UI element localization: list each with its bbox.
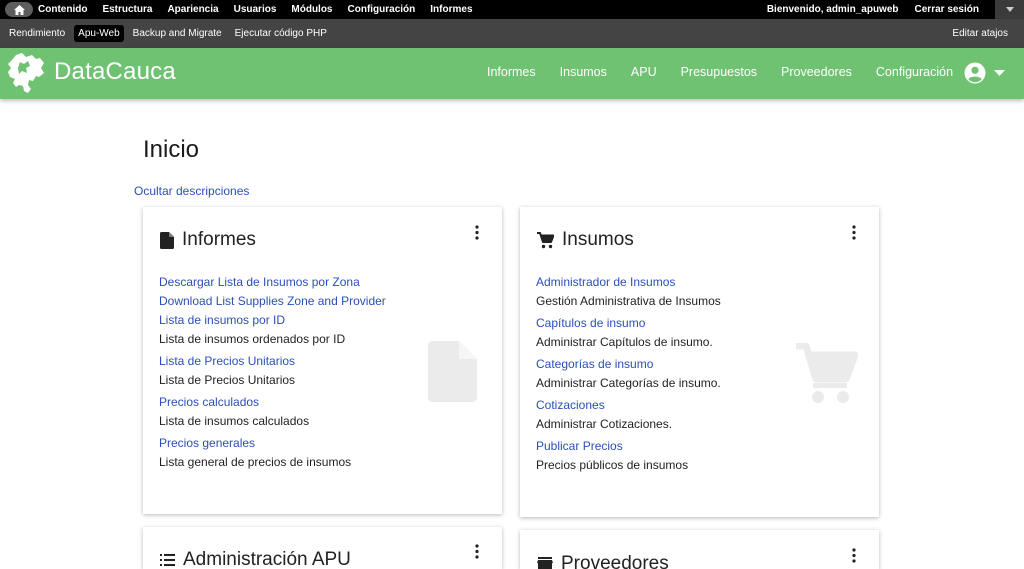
informes-list: Descargar Lista de Insumos por Zona Down… <box>159 273 386 475</box>
admin-menu-informes[interactable]: Informes <box>430 4 472 15</box>
card-title: Insumos <box>562 229 634 250</box>
description: Administrar Capítulos de insumo. <box>536 335 713 349</box>
shortcut-rendimiento[interactable]: Rendimiento <box>5 25 69 42</box>
card-title: Administración APU <box>183 549 351 569</box>
more-vert-icon[interactable] <box>474 225 480 240</box>
more-vert-icon[interactable] <box>851 548 857 563</box>
description: Lista de Precios Unitarios <box>159 373 296 387</box>
link-precios-calculados[interactable]: Precios calculados <box>159 393 386 412</box>
link-lista-insumos-id[interactable]: Lista de insumos por ID <box>159 311 386 330</box>
file-watermark-icon <box>428 341 477 402</box>
link-administrador-insumos[interactable]: Administrador de Insumos <box>536 273 721 292</box>
file-icon <box>160 231 174 249</box>
admin-menu: Contenido Estructura Apariencia Usuarios… <box>38 4 488 15</box>
shortcut-apu-web[interactable]: Apu-Web <box>74 25 124 42</box>
user-menu[interactable] <box>964 62 1005 84</box>
shortcut-backup-migrate[interactable]: Backup and Migrate <box>129 25 226 42</box>
link-download-list-supplies[interactable]: Download List Supplies Zone and Provider <box>159 292 386 311</box>
shortcut-ejecutar-php[interactable]: Ejecutar código PHP <box>231 25 331 42</box>
admin-toolbar: Contenido Estructura Apariencia Usuarios… <box>0 0 1024 19</box>
link-precios-generales[interactable]: Precios generales <box>159 434 386 453</box>
link-cotizaciones[interactable]: Cotizaciones <box>536 396 721 415</box>
store-icon <box>537 557 553 569</box>
admin-menu-estructura[interactable]: Estructura <box>102 4 152 15</box>
card-informes: Informes Descargar Lista de Insumos por … <box>143 207 502 514</box>
description: Lista general de precios de insumos <box>159 455 352 469</box>
nav-informes[interactable]: Informes <box>487 65 536 79</box>
description: Administrar Categorías de insumo. <box>536 376 721 390</box>
link-categorias-insumo[interactable]: Categorías de insumo <box>536 355 721 374</box>
site-header: DataCauca Informes Insumos APU Presupues… <box>0 48 1024 99</box>
site-brand[interactable]: DataCauca <box>54 58 176 86</box>
nav-configuracion[interactable]: Configuración <box>876 65 953 79</box>
card-proveedores: Proveedores <box>520 530 879 569</box>
list-icon <box>160 554 175 566</box>
shortcut-bar: Rendimiento Apu-Web Backup and Migrate E… <box>0 19 1024 48</box>
description: Lista de insumos calculados <box>159 414 310 428</box>
home-icon[interactable] <box>5 2 33 17</box>
description: Gestión Administrativa de Insumos <box>536 294 721 308</box>
more-vert-icon[interactable] <box>851 225 857 240</box>
admin-menu-contenido[interactable]: Contenido <box>38 4 87 15</box>
admin-menu-usuarios[interactable]: Usuarios <box>234 4 277 15</box>
description: Administrar Cotizaciones. <box>536 417 673 431</box>
edit-shortcuts-link[interactable]: Editar atajos <box>952 28 1008 39</box>
link-lista-precios-unitarios[interactable]: Lista de Precios Unitarios <box>159 352 386 371</box>
card-title: Informes <box>182 229 256 250</box>
chevron-down-icon <box>994 70 1005 76</box>
account-circle-icon <box>964 62 986 84</box>
cart-icon <box>537 231 554 248</box>
link-publicar-precios[interactable]: Publicar Precios <box>536 437 721 456</box>
hide-descriptions-link[interactable]: Ocultar descripciones <box>134 184 249 198</box>
description: Lista de insumos ordenados por ID <box>159 332 346 346</box>
link-descargar-lista-insumos-zona[interactable]: Descargar Lista de Insumos por Zona <box>159 273 386 292</box>
card-administracion-apu: Administración APU <box>143 527 502 569</box>
card-insumos: Insumos Administrador de Insumos Gestión… <box>520 207 879 517</box>
card-title: Proveedores <box>561 553 669 569</box>
more-vert-icon[interactable] <box>474 544 480 559</box>
logout-link[interactable]: Cerrar sesión <box>915 4 979 15</box>
link-capitulos-insumo[interactable]: Capítulos de insumo <box>536 314 721 333</box>
insumos-list: Administrador de Insumos Gestión Adminis… <box>536 273 721 478</box>
nav-apu[interactable]: APU <box>631 65 657 79</box>
admin-menu-modulos[interactable]: Módulos <box>291 4 332 15</box>
nav-proveedores[interactable]: Proveedores <box>781 65 852 79</box>
shortcuts-toggle-button[interactable] <box>995 0 1024 19</box>
page-title: Inicio <box>143 136 200 163</box>
description: Precios públicos de insumos <box>536 458 689 472</box>
chevron-down-icon <box>1005 7 1014 12</box>
nav-insumos[interactable]: Insumos <box>560 65 607 79</box>
welcome-link[interactable]: Bienvenido, admin_apuweb <box>767 4 899 15</box>
admin-menu-configuracion[interactable]: Configuración <box>348 4 416 15</box>
cauca-map-logo-icon[interactable] <box>6 52 46 94</box>
nav-presupuestos[interactable]: Presupuestos <box>681 65 757 79</box>
cart-watermark-icon <box>796 343 858 403</box>
main-nav: Informes Insumos APU Presupuestos Provee… <box>487 65 977 79</box>
admin-menu-apariencia[interactable]: Apariencia <box>167 4 218 15</box>
